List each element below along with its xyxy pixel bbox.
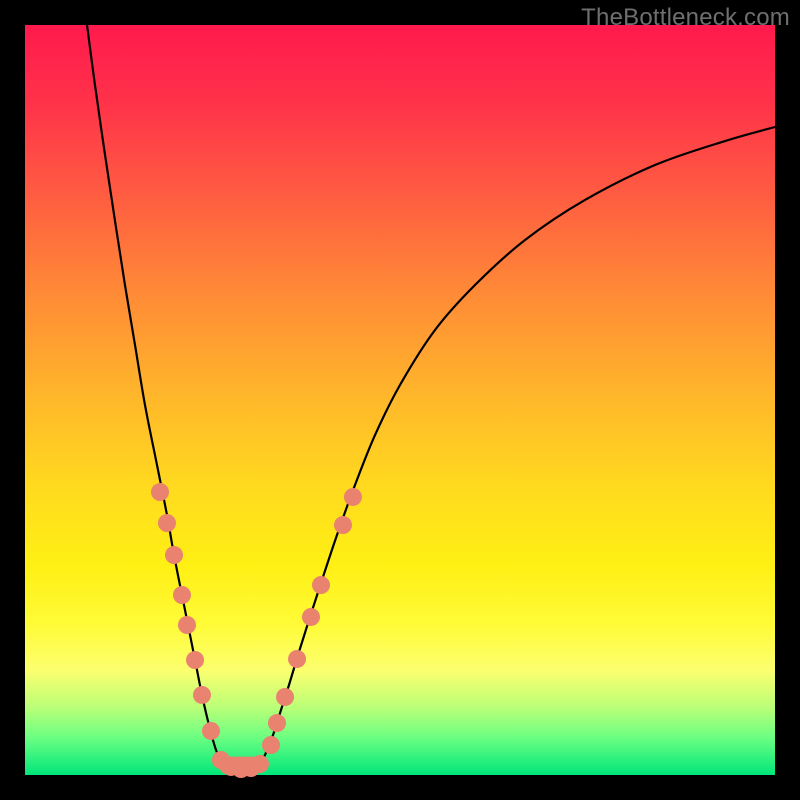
left-marker (151, 483, 169, 501)
watermark-label: TheBottleneck.com (581, 4, 790, 32)
left-marker (202, 722, 220, 740)
right-curve (259, 127, 775, 767)
right-marker (302, 608, 320, 626)
right-marker (312, 576, 330, 594)
markers-bottom (212, 751, 269, 778)
bottleneck-chart (25, 25, 775, 775)
left-marker (186, 651, 204, 669)
left-marker (158, 514, 176, 532)
left-curve (87, 25, 223, 765)
right-marker (288, 650, 306, 668)
right-marker (268, 714, 286, 732)
bottom-marker (251, 755, 269, 773)
left-marker (173, 586, 191, 604)
right-marker (334, 516, 352, 534)
right-marker (344, 488, 362, 506)
left-marker (178, 616, 196, 634)
right-marker (262, 736, 280, 754)
left-marker (165, 546, 183, 564)
plot-frame (25, 25, 775, 775)
left-marker (193, 686, 211, 704)
markers-right (262, 488, 362, 754)
right-marker (276, 688, 294, 706)
